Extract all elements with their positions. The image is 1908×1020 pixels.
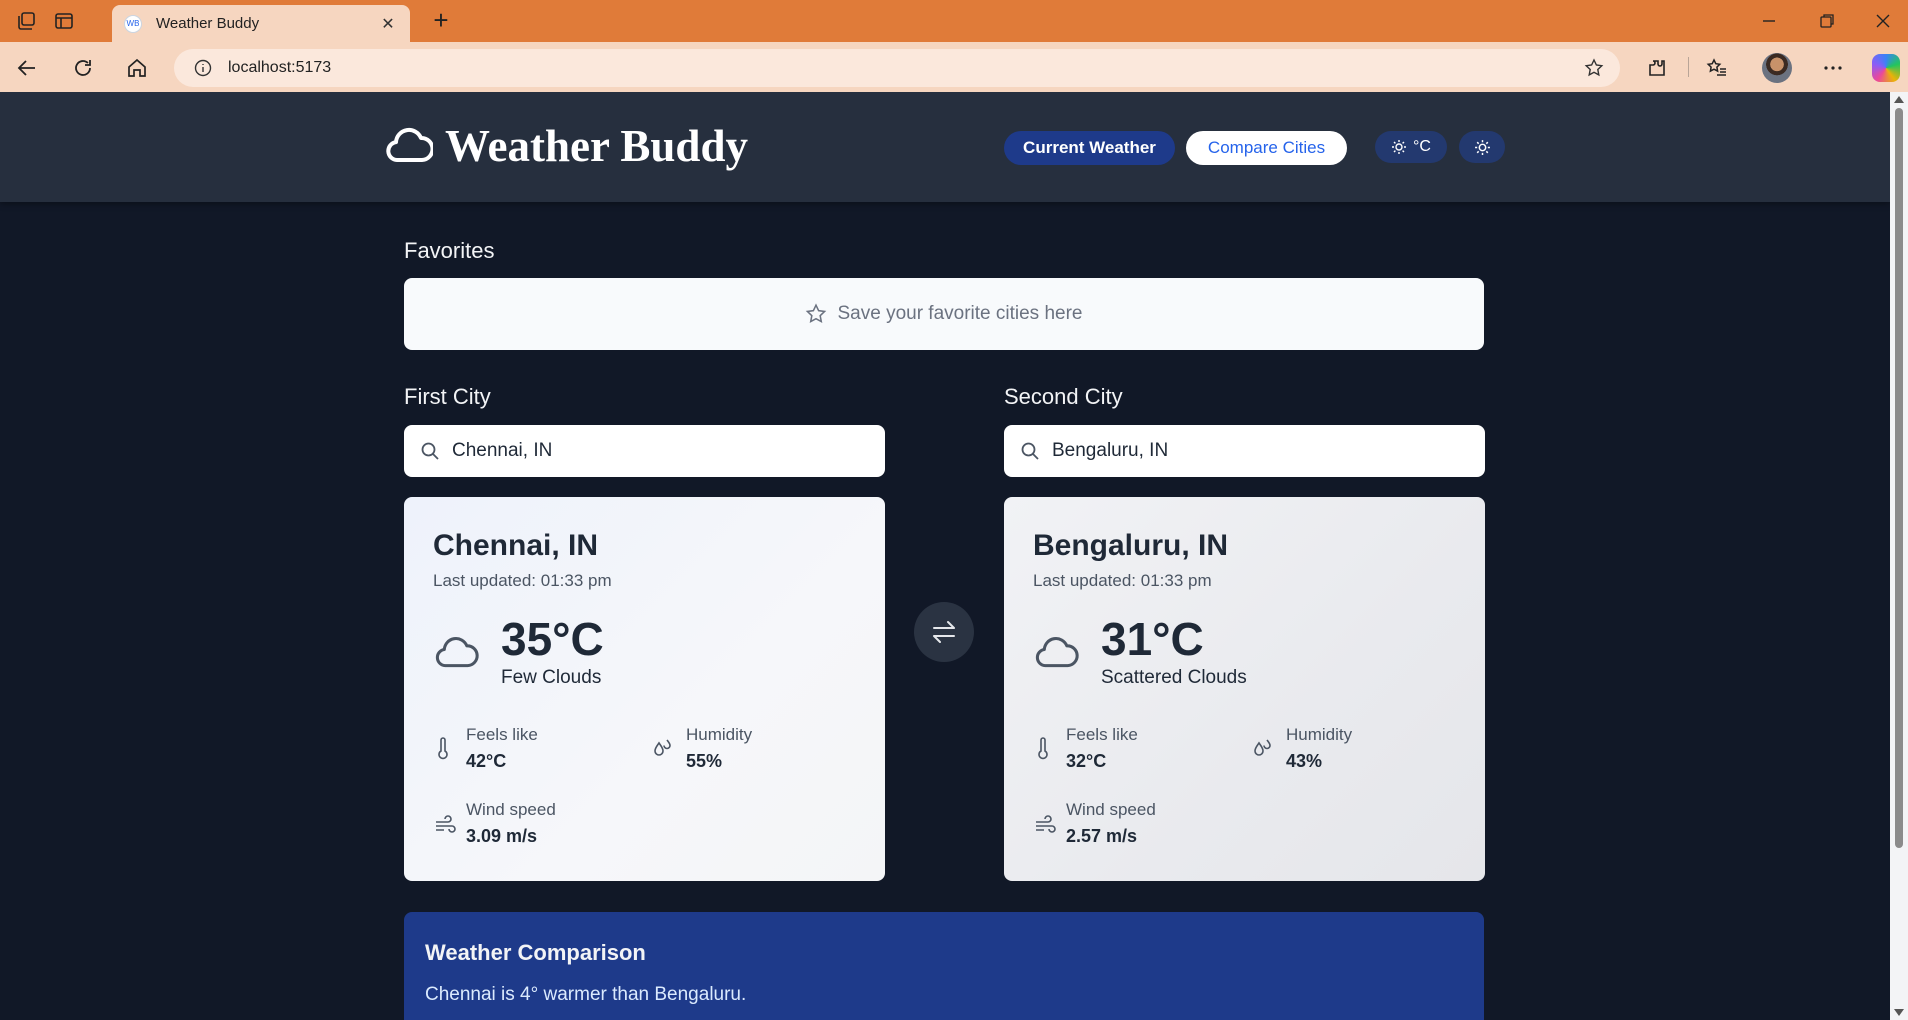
search-icon — [1021, 442, 1039, 460]
toolbar-divider — [1688, 57, 1689, 77]
unit-toggle-button[interactable]: °C — [1375, 131, 1447, 163]
scrollbar-thumb[interactable] — [1895, 108, 1903, 848]
second-city-heading: Second City — [1004, 384, 1123, 409]
app-page: Weather Buddy Current Weather Compare Ci… — [0, 92, 1890, 1020]
more-options-icon[interactable] — [1820, 55, 1846, 81]
minimize-icon[interactable] — [1758, 10, 1780, 32]
refresh-icon[interactable] — [70, 55, 96, 81]
city-name: Bengaluru, IN — [1033, 529, 1229, 562]
city-name: Chennai, IN — [433, 529, 599, 562]
wind-speed-value: 2.57 m/s — [1066, 826, 1138, 846]
browser-titlebar: WB Weather Buddy ✕ + — [0, 0, 1908, 42]
last-updated: Last updated: 01:33 pm — [433, 571, 612, 590]
second-city-search-input[interactable]: Bengaluru, IN — [1004, 425, 1485, 477]
humidity-label: Humidity — [686, 725, 753, 744]
temperature: 35°C — [501, 613, 604, 665]
scroll-down-icon[interactable] — [1894, 1009, 1904, 1016]
wind-icon — [1036, 815, 1056, 833]
wind-speed-label: Wind speed — [466, 800, 556, 819]
favorites-heading: Favorites — [404, 238, 495, 263]
wind-icon — [436, 815, 456, 833]
humidity-value: 55% — [686, 751, 723, 771]
thermometer-icon — [1038, 737, 1048, 760]
wind-speed-label: Wind speed — [1066, 800, 1156, 819]
app-logo[interactable]: Weather Buddy — [385, 120, 748, 172]
site-info-icon[interactable] — [194, 59, 212, 77]
favorites-list-icon[interactable] — [1704, 55, 1730, 81]
weather-condition: Few Clouds — [501, 667, 602, 688]
humidity-label: Humidity — [1286, 725, 1353, 744]
unit-label: °C — [1413, 138, 1431, 155]
app-title: Weather Buddy — [445, 121, 748, 171]
weather-comparison-panel: Weather Comparison Chennai is 4° warmer … — [404, 912, 1484, 1020]
tab-favicon-icon: WB — [124, 14, 142, 33]
favorite-star-icon[interactable] — [1584, 58, 1604, 83]
new-tab-icon[interactable]: + — [428, 7, 454, 34]
cloud-icon — [1035, 637, 1079, 668]
extensions-icon[interactable] — [1644, 55, 1670, 81]
first-city-search-input[interactable]: Chennai, IN — [404, 425, 885, 477]
feels-like-value: 32°C — [1066, 751, 1107, 771]
url-text[interactable]: localhost:5173 — [228, 59, 331, 77]
wind-speed-value: 3.09 m/s — [466, 826, 538, 846]
second-city-weather-card: Bengaluru, IN Last updated: 01:33 pm 31°… — [1004, 497, 1485, 881]
comparison-text: Chennai is 4° warmer than Bengaluru. — [425, 984, 747, 1005]
sun-icon — [1474, 139, 1490, 155]
last-updated: Last updated: 01:33 pm — [1033, 571, 1212, 590]
humidity-value: 43% — [1286, 751, 1323, 771]
second-city-search-value[interactable]: Bengaluru, IN — [1052, 440, 1168, 462]
humidity-icon — [1254, 739, 1271, 756]
workspaces-icon[interactable] — [14, 9, 38, 33]
feels-like-label: Feels like — [1066, 725, 1138, 744]
current-weather-button[interactable]: Current Weather — [1004, 131, 1175, 165]
vertical-tabs-icon[interactable] — [52, 9, 76, 33]
first-city-heading: First City — [404, 384, 491, 409]
thermometer-icon — [438, 737, 448, 760]
first-city-weather-card: Chennai, IN Last updated: 01:33 pm 35°C … — [404, 497, 885, 881]
close-window-icon[interactable] — [1872, 10, 1894, 32]
feels-like-value: 42°C — [466, 751, 507, 771]
favorites-empty-box: Save your favorite cities here — [404, 278, 1484, 350]
browser-tab[interactable]: WB Weather Buddy ✕ — [112, 5, 410, 42]
browser-navbar: localhost:5173 — [0, 42, 1908, 92]
first-city-search-value[interactable]: Chennai, IN — [452, 440, 552, 462]
cloud-icon — [386, 127, 433, 162]
swap-arrows-icon — [933, 621, 955, 643]
swap-cities-button[interactable] — [914, 602, 974, 662]
feels-like-label: Feels like — [466, 725, 538, 744]
profile-avatar[interactable] — [1762, 53, 1792, 83]
back-icon[interactable] — [14, 55, 40, 81]
favorites-empty-text: Save your favorite cities here — [837, 303, 1083, 324]
weather-condition: Scattered Clouds — [1101, 667, 1247, 688]
scroll-up-icon[interactable] — [1894, 96, 1904, 103]
home-icon[interactable] — [124, 55, 150, 81]
app-header: Weather Buddy Current Weather Compare Ci… — [0, 92, 1890, 202]
compare-cities-button[interactable]: Compare Cities — [1186, 131, 1347, 165]
theme-toggle-button[interactable] — [1459, 131, 1505, 163]
temperature: 31°C — [1101, 613, 1204, 665]
copilot-icon[interactable] — [1872, 54, 1900, 82]
search-icon — [421, 442, 439, 460]
address-bar[interactable]: localhost:5173 — [174, 49, 1620, 87]
sun-icon — [1392, 140, 1407, 154]
humidity-icon — [654, 739, 671, 756]
tab-title: Weather Buddy — [156, 15, 260, 32]
page-scrollbar[interactable] — [1890, 92, 1908, 1020]
restore-icon[interactable] — [1816, 10, 1838, 32]
comparison-title: Weather Comparison — [425, 940, 646, 965]
star-icon — [806, 303, 827, 324]
cloud-icon — [435, 637, 479, 668]
close-tab-icon[interactable]: ✕ — [378, 14, 398, 34]
